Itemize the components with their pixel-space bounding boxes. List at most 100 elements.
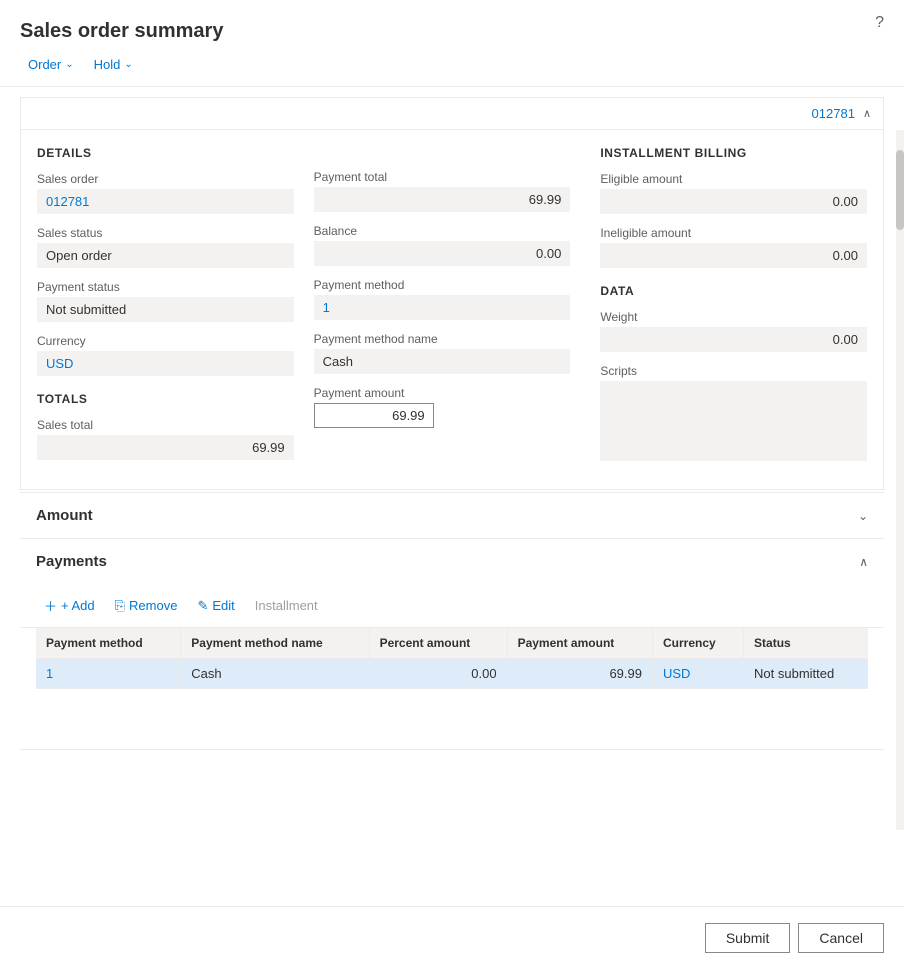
page-footer: Submit Cancel (0, 906, 904, 969)
currency-field: Currency USD (37, 334, 294, 376)
data-section: DATA Weight 0.00 Scripts (600, 284, 867, 461)
weight-field: Weight 0.00 (600, 310, 867, 352)
col-payment-method-name: Payment method name (181, 628, 369, 659)
sales-total-label: Sales total (37, 418, 294, 432)
table-cell: Not submitted (744, 659, 868, 689)
currency-value[interactable]: USD (37, 351, 294, 376)
add-icon: ＋ (44, 596, 57, 615)
cancel-button[interactable]: Cancel (798, 923, 884, 953)
payment-method-field: Payment method 1 (314, 278, 571, 320)
eligible-amount-label: Eligible amount (600, 172, 867, 186)
add-label: + Add (61, 598, 95, 613)
payments-empty-area (36, 689, 868, 749)
sales-status-field: Sales status Open order (37, 226, 294, 268)
payment-method-name-value: Cash (314, 349, 571, 374)
order-section-header: 012781 ∧ (21, 98, 883, 130)
table-row[interactable]: 1Cash0.0069.99USDNot submitted (36, 659, 868, 689)
scrollbar[interactable] (896, 130, 904, 830)
order-section: 012781 ∧ DETAILS Sales order 012781 Sale… (20, 97, 884, 490)
table-cell: 0.00 (369, 659, 507, 689)
eligible-amount-value: 0.00 (600, 189, 867, 214)
payment-total-value: 69.99 (314, 187, 571, 212)
payments-section-title: Payments (36, 553, 107, 570)
col-status: Status (744, 628, 868, 659)
payment-status-field: Payment status Not submitted (37, 280, 294, 322)
payment-method-value[interactable]: 1 (314, 295, 571, 320)
currency-label: Currency (37, 334, 294, 348)
sales-status-value: Open order (37, 243, 294, 268)
weight-label: Weight (600, 310, 867, 324)
installment-label: Installment (255, 598, 318, 613)
installment-column: INSTALLMENT BILLING Eligible amount 0.00… (590, 146, 867, 473)
payments-toolbar: ＋ + Add ⎘ Remove ✎ Edit Installment (20, 584, 884, 628)
toolbar: Order ⌄ Hold ⌄ (20, 53, 884, 76)
sales-order-field: Sales order 012781 (37, 172, 294, 214)
payment-amount-field: Payment amount 69.99 (314, 386, 571, 428)
col-percent-amount: Percent amount (369, 628, 507, 659)
payment-column: Payment total 69.99 Balance 0.00 Payment… (314, 146, 591, 473)
payment-amount-value[interactable]: 69.99 (314, 403, 434, 428)
balance-field: Balance 0.00 (314, 224, 571, 266)
sales-total-value: 69.99 (37, 435, 294, 460)
amount-section-title: Amount (36, 507, 93, 524)
main-content: 012781 ∧ DETAILS Sales order 012781 Sale… (0, 87, 904, 760)
sales-order-label: Sales order (37, 172, 294, 186)
hold-button[interactable]: Hold ⌄ (86, 53, 141, 76)
payments-section: Payments ∧ ＋ + Add ⎘ Remove ✎ Edit In (20, 538, 884, 750)
order-chevron-icon: ⌄ (65, 59, 73, 70)
edit-icon: ✎ (197, 598, 208, 614)
totals-label: TOTALS (37, 392, 294, 406)
amount-section-header[interactable]: Amount ⌄ (20, 493, 884, 538)
payment-status-value: Not submitted (37, 297, 294, 322)
table-cell[interactable]: 1 (36, 659, 181, 689)
amount-collapse-icon: ⌄ (858, 509, 868, 523)
remove-button[interactable]: ⎘ Remove (107, 594, 186, 618)
scripts-box (600, 381, 867, 461)
col-payment-amount: Payment amount (507, 628, 652, 659)
remove-label: Remove (129, 598, 177, 613)
payments-expand-icon: ∧ (859, 555, 868, 569)
table-header-row: Payment method Payment method name Perce… (36, 628, 868, 659)
order-collapse-icon[interactable]: ∧ (863, 107, 871, 120)
scripts-field: Scripts (600, 364, 867, 461)
col-payment-method: Payment method (36, 628, 181, 659)
payment-total-field: Payment total 69.99 (314, 170, 571, 212)
edit-label: Edit (212, 598, 234, 613)
order-details-grid: DETAILS Sales order 012781 Sales status … (21, 130, 883, 489)
weight-value: 0.00 (600, 327, 867, 352)
amount-section: Amount ⌄ (20, 492, 884, 538)
edit-button[interactable]: ✎ Edit (189, 594, 242, 618)
ineligible-amount-value: 0.00 (600, 243, 867, 268)
data-label: DATA (600, 284, 867, 298)
order-button[interactable]: Order ⌄ (20, 53, 82, 76)
order-label: Order (28, 57, 61, 72)
sales-status-label: Sales status (37, 226, 294, 240)
page-header: Sales order summary Order ⌄ Hold ⌄ (0, 0, 904, 87)
ineligible-amount-label: Ineligible amount (600, 226, 867, 240)
sales-total-field: Sales total 69.99 (37, 418, 294, 460)
balance-label: Balance (314, 224, 571, 238)
page-title: Sales order summary (20, 20, 884, 43)
payments-table-wrapper: Payment method Payment method name Perce… (20, 628, 884, 750)
add-button[interactable]: ＋ + Add (36, 592, 103, 619)
scrollbar-thumb[interactable] (896, 150, 904, 230)
table-cell[interactable]: USD (652, 659, 743, 689)
payments-section-header[interactable]: Payments ∧ (20, 539, 884, 584)
details-label: DETAILS (37, 146, 294, 160)
remove-icon: ⎘ (115, 598, 125, 614)
help-icon[interactable]: ? (875, 14, 884, 32)
payment-method-name-field: Payment method name Cash (314, 332, 571, 374)
ineligible-amount-field: Ineligible amount 0.00 (600, 226, 867, 268)
table-cell: Cash (181, 659, 369, 689)
submit-button[interactable]: Submit (705, 923, 791, 953)
payment-method-label: Payment method (314, 278, 571, 292)
scripts-label: Scripts (600, 364, 867, 378)
details-column: DETAILS Sales order 012781 Sales status … (37, 146, 314, 473)
table-cell: 69.99 (507, 659, 652, 689)
balance-value: 0.00 (314, 241, 571, 266)
payment-total-label: Payment total (314, 170, 571, 184)
payment-amount-label: Payment amount (314, 386, 571, 400)
hold-label: Hold (94, 57, 121, 72)
sales-order-value[interactable]: 012781 (37, 189, 294, 214)
order-number[interactable]: 012781 (812, 106, 855, 121)
